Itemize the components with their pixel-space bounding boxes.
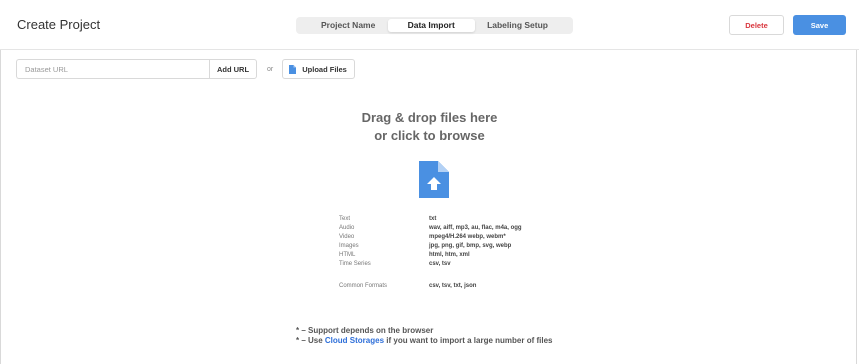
format-row: Video mpeg4/H.264 webp, webm* [339,233,522,242]
header: Create Project Project Name Data Import … [0,0,859,50]
delete-button[interactable]: Delete [729,15,784,35]
format-row: Text txt [339,215,522,224]
note-prefix: * – Use [296,336,325,345]
format-extensions: html, htm, xml [429,252,470,258]
drop-zone[interactable]: Drag & drop files here or click to brows… [0,83,859,364]
format-extensions: csv, tsv, txt, json [429,283,477,289]
note-suffix: if you want to import a large number of … [384,336,553,345]
save-button[interactable]: Save [793,15,846,35]
or-label: or [267,65,274,73]
step-tabs: Project Name Data Import Labeling Setup [296,17,573,34]
format-row: Images jpg, png, gif, bmp, svg, webp [339,242,522,251]
format-row: HTML html, htm, xml [339,251,522,260]
format-name: HTML [339,252,356,258]
dataset-url-input[interactable] [16,59,209,79]
cloud-storages-link[interactable]: Cloud Storages [325,336,384,345]
format-extensions: mpeg4/H.264 webp, webm* [429,234,506,240]
upload-files-label: Upload Files [302,64,347,74]
import-bar: Add URL or Upload Files [16,59,355,79]
format-extensions: jpg, png, gif, bmp, svg, webp [429,243,512,249]
format-extensions: txt [429,216,437,222]
format-row: Audio wav, aiff, mp3, au, flac, m4a, ogg [339,224,522,233]
tab-project-name[interactable]: Project Name [312,19,384,32]
format-row-common: Common Formats csv, tsv, txt, json [339,282,522,291]
format-name: Time Series [339,261,371,267]
format-name: Images [339,243,359,249]
tab-labeling-setup[interactable]: Labeling Setup [478,19,557,32]
import-notes: * – Support depends on the browser * – U… [296,326,553,346]
upload-files-button[interactable]: Upload Files [282,59,355,79]
format-name: Video [339,234,355,240]
tab-data-import[interactable]: Data Import [387,19,475,32]
add-url-button[interactable]: Add URL [209,59,257,79]
format-name: Audio [339,225,355,231]
supported-formats: Text txt Audio wav, aiff, mp3, au, flac,… [339,215,522,291]
note-cloud-storage: * – Use Cloud Storages if you want to im… [296,336,553,346]
drop-title-line1: Drag & drop files here [361,110,498,125]
file-upload-icon [419,161,449,198]
format-name: Common Formats [339,283,388,289]
format-extensions: csv, tsv [429,261,451,267]
format-extensions: wav, aiff, mp3, au, flac, m4a, ogg [429,225,522,231]
format-name: Text [339,216,351,222]
page-title: Create Project [17,17,101,32]
file-icon [289,64,297,74]
format-row: Time Series csv, tsv [339,260,522,269]
drop-title-line2: or click to browse [374,128,485,143]
note-browser-support: * – Support depends on the browser [296,326,434,335]
